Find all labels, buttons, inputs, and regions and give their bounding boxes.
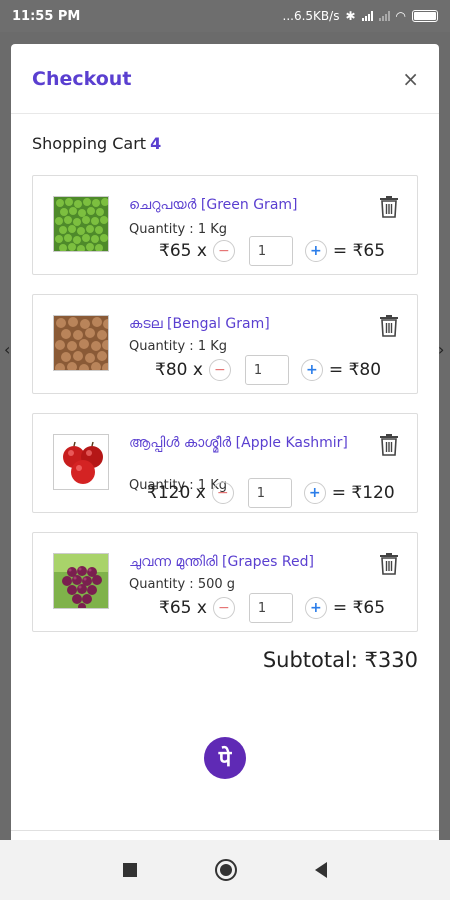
- item-total: = ₹80: [328, 360, 382, 380]
- price-line: ₹65 x − 1 + = ₹65: [159, 236, 409, 266]
- quantity-input[interactable]: 1: [248, 593, 293, 623]
- bengal-gram-image: [53, 315, 109, 371]
- cart-item: ചുവന്ന മുന്തിരി [Grapes Red] Quantity : …: [32, 532, 418, 632]
- price-line: ₹80 x − 1 + = ₹80: [155, 355, 405, 385]
- price-line: ₹120 x − 1 + = ₹120: [147, 478, 397, 508]
- android-nav-bar: [0, 840, 450, 900]
- modal-title: Checkout: [32, 67, 132, 90]
- trash-icon[interactable]: [379, 315, 399, 337]
- item-name[interactable]: ചെറുപയർ [Green Gram]: [129, 196, 369, 214]
- status-time: 11:55 PM: [12, 8, 81, 24]
- quantity-input[interactable]: 1: [244, 355, 289, 385]
- carousel-prev-icon: ‹: [4, 340, 11, 359]
- grapes-image: [53, 553, 109, 609]
- item-name[interactable]: ആപ്പിൾ കാശ്മീർ [Apple Kashmir]: [129, 434, 369, 452]
- item-name[interactable]: ചുവന്ന മുന്തിരി [Grapes Red]: [129, 553, 369, 571]
- trash-icon[interactable]: [379, 196, 399, 218]
- decrement-button[interactable]: −: [212, 240, 235, 262]
- decrement-button[interactable]: −: [211, 482, 234, 504]
- status-icons: ...6.5KB/s ✱ ◠: [283, 9, 438, 23]
- item-quantity: Quantity : 1 Kg: [129, 339, 228, 354]
- item-name[interactable]: കടല [Bengal Gram]: [129, 315, 369, 333]
- item-total: = ₹120: [331, 483, 395, 503]
- footer-divider: [11, 830, 439, 831]
- apple-image: [53, 434, 109, 490]
- item-total: = ₹65: [332, 241, 386, 261]
- cart-item: കടല [Bengal Gram] Quantity : 1 Kg ₹80 x …: [32, 294, 418, 394]
- subtotal: Subtotal: ₹330: [262, 648, 418, 672]
- bluetooth-icon: ✱: [345, 9, 356, 23]
- quantity-input[interactable]: 1: [248, 236, 293, 266]
- quantity-input[interactable]: 1: [247, 478, 292, 508]
- cart-count: 4: [150, 134, 162, 153]
- modal-header: Checkout ×: [11, 44, 439, 114]
- phonepe-pay-button[interactable]: पे: [204, 737, 246, 779]
- close-button[interactable]: ×: [402, 67, 419, 91]
- decrement-button[interactable]: −: [212, 597, 235, 619]
- item-quantity: Quantity : 1 Kg: [129, 222, 228, 237]
- cart-heading: Shopping Cart 4: [32, 134, 161, 153]
- network-speed: ...6.5KB/s: [282, 9, 340, 23]
- home-icon[interactable]: [215, 859, 237, 881]
- item-total: = ₹65: [332, 598, 386, 618]
- item-quantity: Quantity : 500 g: [129, 577, 236, 592]
- trash-icon[interactable]: [379, 553, 399, 575]
- green-gram-image: [53, 196, 109, 252]
- unit-price: ₹65 x: [159, 241, 207, 261]
- unit-price: ₹80 x: [155, 360, 203, 380]
- recents-icon[interactable]: [123, 863, 137, 877]
- increment-button[interactable]: +: [303, 482, 326, 504]
- cart-item: ചെറുപയർ [Green Gram] Quantity : 1 Kg ₹65…: [32, 175, 418, 275]
- signal-2-icon: [378, 11, 390, 21]
- cart-label: Shopping Cart: [32, 134, 147, 153]
- unit-price: ₹65 x: [159, 598, 207, 618]
- battery-icon: [412, 10, 438, 22]
- increment-button[interactable]: +: [304, 597, 327, 619]
- price-line: ₹65 x − 1 + = ₹65: [159, 593, 409, 623]
- status-bar: 11:55 PM ...6.5KB/s ✱ ◠: [0, 0, 450, 32]
- back-icon[interactable]: [315, 862, 327, 878]
- trash-icon[interactable]: [379, 434, 399, 456]
- increment-button[interactable]: +: [300, 359, 323, 381]
- signal-icon: [361, 11, 373, 21]
- phonepe-icon: पे: [218, 747, 232, 772]
- cart-item: ആപ്പിൾ കാശ്മീർ [Apple Kashmir] Quantity …: [32, 413, 418, 513]
- unit-price: ₹120 x: [147, 483, 206, 503]
- wifi-icon: ◠: [395, 9, 406, 23]
- checkout-modal: Checkout × Shopping Cart 4 ചെറുപയർ [Green…: [11, 44, 439, 844]
- increment-button[interactable]: +: [304, 240, 327, 262]
- decrement-button[interactable]: −: [208, 359, 231, 381]
